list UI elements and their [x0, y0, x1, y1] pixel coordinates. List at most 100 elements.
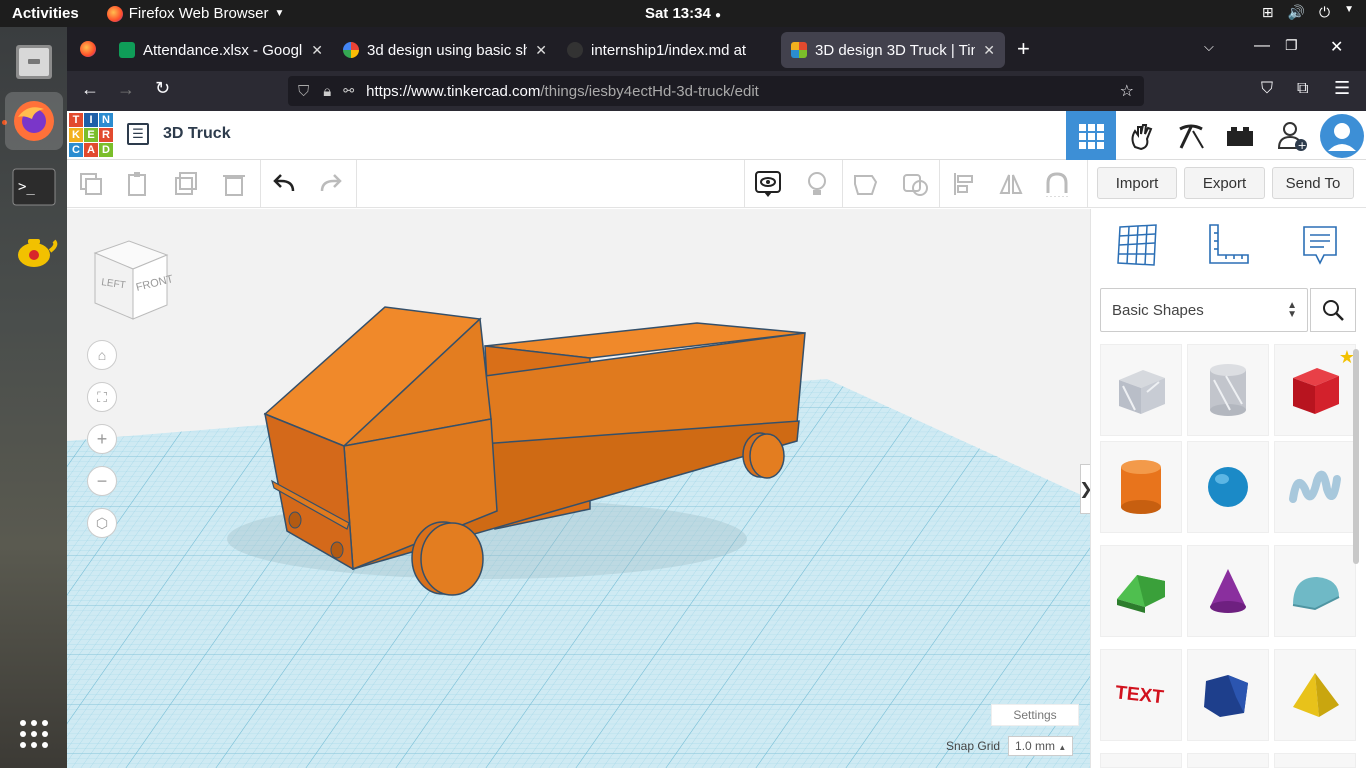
lock-icon[interactable]: 🔒︎: [323, 83, 331, 100]
panel-scrollbar[interactable]: [1353, 349, 1359, 564]
activities-button[interactable]: Activities: [12, 5, 79, 22]
list-all-tabs-icon[interactable]: ⌵: [1204, 39, 1214, 55]
view-cube[interactable]: LEFT FRONT: [89, 239, 173, 323]
shape-partial[interactable]: [1187, 753, 1269, 768]
fit-view-button[interactable]: ⛶: [87, 382, 117, 412]
show-all-button[interactable]: [801, 168, 833, 200]
zoom-in-button[interactable]: +: [87, 424, 117, 454]
minecraft-button[interactable]: [1166, 111, 1216, 160]
shape-sphere[interactable]: [1187, 441, 1269, 533]
shape-box-hole[interactable]: [1100, 344, 1182, 436]
workplane-viewport[interactable]: LEFT FRONT ⌂ ⛶ + − ⬡ Settings Snap Grid …: [67, 209, 1090, 768]
shape-cylinder[interactable]: [1100, 441, 1182, 533]
projection-button[interactable]: ⬡: [87, 508, 117, 538]
send-to-button[interactable]: Send To: [1272, 167, 1354, 199]
plus-icon: +: [96, 428, 108, 449]
export-button[interactable]: Export: [1184, 167, 1265, 199]
mirror-button[interactable]: [995, 168, 1027, 200]
zoom-out-button[interactable]: −: [87, 466, 117, 496]
undo-icon: [273, 174, 295, 192]
minimize-icon[interactable]: —: [1254, 37, 1270, 55]
shape-roof[interactable]: [1100, 545, 1182, 637]
extensions-icon[interactable]: ⧉: [1297, 80, 1308, 98]
shape-pyramid[interactable]: [1274, 649, 1356, 741]
url-bar[interactable]: ⛉ 🔒︎ ⚯ https://www.tinkercad.com/things/…: [288, 76, 1144, 106]
snap-grid-select[interactable]: 1.0 mm ▲: [1008, 736, 1074, 756]
shape-scribble[interactable]: [1274, 441, 1356, 533]
shape-cone[interactable]: [1187, 545, 1269, 637]
workplane-icon[interactable]: [1112, 221, 1160, 269]
undo-button[interactable]: [268, 168, 300, 200]
align-button[interactable]: [948, 168, 980, 200]
terminal-launcher[interactable]: >_: [5, 158, 63, 216]
codeblocks-button[interactable]: [1117, 111, 1167, 160]
tinkercad-logo[interactable]: T I N K E R C A D: [69, 113, 113, 157]
back-icon[interactable]: ←: [81, 79, 99, 100]
duplicate-button[interactable]: [170, 168, 202, 200]
headlight: [330, 541, 344, 559]
teapot-launcher[interactable]: [5, 220, 63, 278]
firefox-launcher[interactable]: [5, 92, 63, 150]
shape-polygon[interactable]: [1187, 649, 1269, 741]
files-launcher[interactable]: [5, 32, 63, 90]
shape-box[interactable]: ★: [1274, 344, 1356, 436]
browser-tab-active[interactable]: 3D design 3D Truck | Tink ✕: [781, 32, 1005, 68]
firefox-view-button[interactable]: [67, 41, 109, 57]
ruler-icon[interactable]: [1204, 221, 1252, 269]
bookmark-star-icon[interactable]: ☆: [1120, 81, 1134, 101]
panel-collapse-button[interactable]: ❯: [1079, 464, 1090, 514]
maximize-icon[interactable]: ❐: [1285, 37, 1298, 54]
url-path: /things/iesby4ectHd-3d-truck/edit: [540, 82, 759, 100]
magnet-icon: [1046, 172, 1069, 197]
shape-partial[interactable]: [1274, 753, 1356, 768]
ungroup-icon: [903, 174, 928, 196]
design-list-icon[interactable]: ☰: [127, 123, 149, 145]
cruise-button[interactable]: [1041, 168, 1073, 200]
group-button[interactable]: [850, 168, 882, 200]
browser-tab[interactable]: 3d design using basic sha ✕: [333, 32, 557, 68]
svg-text:TEXT: TEXT: [1114, 682, 1165, 708]
reload-icon[interactable]: ↻: [155, 78, 170, 99]
shape-round-roof[interactable]: [1274, 545, 1356, 637]
shape-text[interactable]: TEXT: [1100, 649, 1182, 741]
close-window-icon[interactable]: ✕: [1330, 37, 1343, 57]
import-button[interactable]: Import: [1097, 167, 1177, 199]
paste-button[interactable]: [122, 168, 154, 200]
ungroup-button[interactable]: [899, 168, 931, 200]
shape-search-button[interactable]: [1310, 288, 1356, 332]
browser-tab[interactable]: Attendance.xlsx - Google ✕: [109, 32, 333, 68]
user-avatar[interactable]: [1317, 111, 1366, 160]
home-view-button[interactable]: ⌂: [87, 340, 117, 370]
share-button[interactable]: +: [1267, 111, 1317, 160]
clock[interactable]: Sat 13:34 ●: [645, 5, 721, 22]
shape-partial[interactable]: [1100, 753, 1182, 768]
delete-button[interactable]: [218, 168, 250, 200]
lego-bricks-button[interactable]: [1215, 111, 1265, 160]
shield-icon[interactable]: ⛉: [298, 83, 309, 100]
shape-cylinder-hole[interactable]: [1187, 344, 1269, 436]
browser-tab[interactable]: internship1/index.md at: [557, 32, 781, 68]
avatar-icon: [1320, 113, 1364, 158]
hand-wave-icon: [1131, 123, 1153, 150]
system-tray[interactable]: ⊞ 🔊 ⏻ ▼: [1262, 4, 1354, 21]
notes-icon[interactable]: [1296, 221, 1344, 269]
shape-library-select[interactable]: Basic Shapes ▲ ▼: [1100, 288, 1308, 332]
menu-icon[interactable]: ☰: [1334, 78, 1350, 99]
show-apps-button[interactable]: [5, 705, 63, 763]
redo-button[interactable]: [315, 168, 347, 200]
app-menu[interactable]: Firefox Web Browser ▼: [106, 5, 284, 22]
settings-button[interactable]: Settings: [991, 704, 1079, 726]
truck-model[interactable]: [67, 209, 1090, 768]
3d-design-view-button[interactable]: [1066, 111, 1116, 160]
copy-button[interactable]: [75, 168, 107, 200]
pocket-icon[interactable]: ⛉: [1261, 80, 1273, 98]
close-tab-icon[interactable]: ✕: [535, 42, 547, 59]
forward-icon[interactable]: →: [117, 79, 135, 100]
design-title[interactable]: 3D Truck: [163, 125, 231, 143]
close-tab-icon[interactable]: ✕: [983, 42, 995, 59]
close-tab-icon[interactable]: ✕: [311, 42, 323, 59]
notes-tool-button[interactable]: [752, 168, 784, 200]
new-tab-button[interactable]: +: [1017, 36, 1030, 62]
network-icon: ⊞: [1261, 4, 1274, 20]
permissions-icon[interactable]: ⚯: [343, 83, 354, 99]
